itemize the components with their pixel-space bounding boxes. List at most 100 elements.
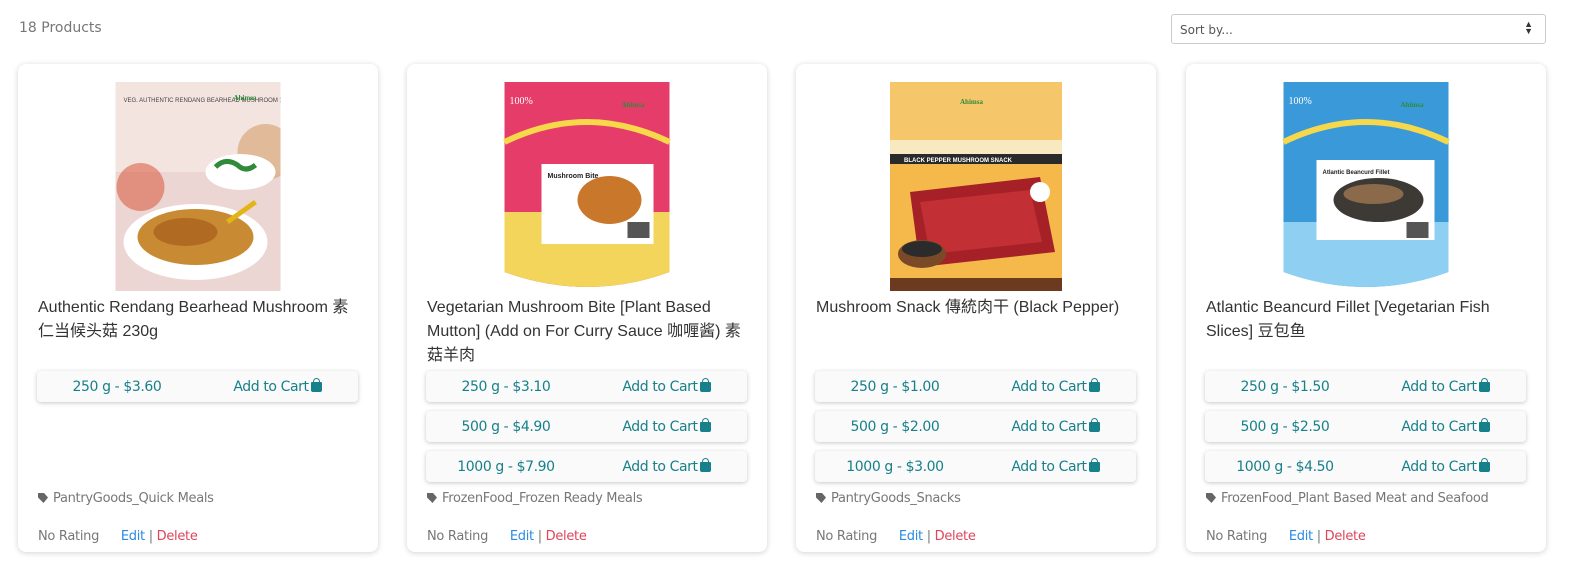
add-to-cart-button[interactable]: Add to Cart [1365, 418, 1526, 435]
add-to-cart-button[interactable]: Add to Cart [975, 378, 1136, 395]
variant-row[interactable]: 1000 g - $4.50 Add to Cart [1205, 451, 1526, 482]
brand-logo: Ahimsa [1401, 101, 1424, 109]
variant-row[interactable]: 1000 g - $3.00 Add to Cart [815, 451, 1136, 482]
product-card: Ahimsa BLACK PEPPER MUSHROOM SNACK Mushr… [796, 64, 1156, 552]
add-to-cart-button[interactable]: Add to Cart [1365, 378, 1526, 395]
add-to-cart-label: Add to Cart [1401, 419, 1477, 435]
variant-price: 250 g - $1.00 [850, 379, 940, 395]
delete-link[interactable]: Delete [1325, 529, 1366, 544]
category-label: PantryGoods_Snacks [831, 491, 961, 506]
product-card: 100% Mushroom Bite Ahimsa Vegetarian Mus… [407, 64, 767, 552]
category-label: FrozenFood_Frozen Ready Meals [442, 491, 643, 506]
product-image[interactable]: Ahimsa BLACK PEPPER MUSHROOM SNACK [890, 82, 1062, 291]
add-to-cart-button[interactable]: Add to Cart [197, 378, 358, 395]
svg-text:100%: 100% [1289, 96, 1312, 107]
add-to-cart-button[interactable]: Add to Cart [586, 458, 747, 475]
brand-logo: Ahimsa [234, 94, 257, 102]
product-title[interactable]: Atlantic Beancurd Fillet [Vegetarian Fis… [1206, 296, 1526, 344]
delete-link[interactable]: Delete [157, 529, 198, 544]
product-image-label: VEG. AUTHENTIC RENDANG BEARHEAD MUSHROOM… [124, 96, 281, 104]
variant-row[interactable]: 1000 g - $7.90 Add to Cart [426, 451, 747, 482]
variant-row[interactable]: 250 g - $3.10 Add to Cart [426, 371, 747, 402]
product-card: 100% Atlantic Beancurd Fillet Ahimsa Atl… [1186, 64, 1546, 552]
delete-link[interactable]: Delete [546, 529, 587, 544]
rating-text: No Rating [1206, 529, 1268, 544]
sort-select-value: Sort by... [1180, 23, 1233, 37]
shopping-bag-icon [1478, 378, 1490, 392]
product-image[interactable]: 100% Mushroom Bite Ahimsa [499, 82, 675, 291]
variant-price: 250 g - $3.60 [72, 379, 162, 395]
card-footer: No Rating Edit | Delete [1206, 529, 1366, 544]
delete-link[interactable]: Delete [935, 529, 976, 544]
toolbar: 18 Products Sort by... ▲ ▼ [0, 0, 1593, 60]
shopping-bag-icon [1088, 458, 1100, 472]
sort-select[interactable]: Sort by... ▲ ▼ [1171, 14, 1546, 44]
variant-list: 250 g - $3.60 Add to Cart [37, 371, 358, 411]
card-footer: No Rating Edit | Delete [816, 529, 976, 544]
link-separator: | [148, 529, 153, 544]
product-image[interactable]: 100% Atlantic Beancurd Fillet Ahimsa [1278, 82, 1454, 291]
add-to-cart-button[interactable]: Add to Cart [586, 418, 747, 435]
product-count: 18 Products [19, 20, 102, 36]
add-to-cart-label: Add to Cart [622, 459, 698, 475]
variant-row[interactable]: 250 g - $3.60 Add to Cart [37, 371, 358, 402]
rating-text: No Rating [38, 529, 100, 544]
add-to-cart-label: Add to Cart [622, 419, 698, 435]
edit-link[interactable]: Edit [899, 529, 923, 544]
product-image[interactable]: VEG. AUTHENTIC RENDANG BEARHEAD MUSHROOM… [115, 82, 281, 291]
shopping-bag-icon [699, 458, 711, 472]
variant-price: 250 g - $3.10 [461, 379, 551, 395]
variant-row[interactable]: 500 g - $2.00 Add to Cart [815, 411, 1136, 442]
product-title[interactable]: Mushroom Snack 傳統肉干 (Black Pepper) [816, 296, 1136, 320]
add-to-cart-button[interactable]: Add to Cart [975, 458, 1136, 475]
product-image-label: BLACK PEPPER MUSHROOM SNACK [904, 158, 1013, 164]
variant-price: 500 g - $2.50 [1240, 419, 1330, 435]
svg-text:100%: 100% [510, 96, 533, 107]
add-to-cart-label: Add to Cart [1011, 459, 1087, 475]
link-separator: | [537, 529, 542, 544]
rating-text: No Rating [816, 529, 878, 544]
add-to-cart-label: Add to Cart [1011, 419, 1087, 435]
tag-icon [427, 493, 437, 503]
category-label: FrozenFood_Plant Based Meat and Seafood [1221, 491, 1489, 506]
variant-row[interactable]: 500 g - $2.50 Add to Cart [1205, 411, 1526, 442]
add-to-cart-label: Add to Cart [622, 379, 698, 395]
product-title[interactable]: Vegetarian Mushroom Bite [Plant Based Mu… [427, 296, 747, 368]
rating-text: No Rating [427, 529, 489, 544]
edit-link[interactable]: Edit [510, 529, 534, 544]
category-tag[interactable]: PantryGoods_Quick Meals [38, 491, 214, 506]
edit-link[interactable]: Edit [121, 529, 145, 544]
category-tag[interactable]: FrozenFood_Frozen Ready Meals [427, 491, 643, 506]
variant-list: 250 g - $1.00 Add to Cart 500 g - $2.00 … [815, 371, 1136, 491]
product-card: VEG. AUTHENTIC RENDANG BEARHEAD MUSHROOM… [18, 64, 378, 552]
variant-list: 250 g - $1.50 Add to Cart 500 g - $2.50 … [1205, 371, 1526, 491]
shopping-bag-icon [1478, 418, 1490, 432]
category-label: PantryGoods_Quick Meals [53, 491, 214, 506]
product-title[interactable]: Authentic Rendang Bearhead Mushroom 素仁当候… [38, 296, 358, 344]
category-tag[interactable]: FrozenFood_Plant Based Meat and Seafood [1206, 491, 1489, 506]
brand-logo: Ahimsa [960, 98, 983, 106]
add-to-cart-button[interactable]: Add to Cart [1365, 458, 1526, 475]
tag-icon [816, 493, 826, 503]
link-separator: | [1316, 529, 1321, 544]
brand-logo: Ahimsa [622, 101, 645, 109]
product-image-label: Mushroom Bite [548, 173, 599, 180]
category-tag[interactable]: PantryGoods_Snacks [816, 491, 961, 506]
shopping-bag-icon [699, 418, 711, 432]
link-separator: | [926, 529, 931, 544]
edit-link[interactable]: Edit [1289, 529, 1313, 544]
variant-price: 250 g - $1.50 [1240, 379, 1330, 395]
variant-row[interactable]: 500 g - $4.90 Add to Cart [426, 411, 747, 442]
variant-row[interactable]: 250 g - $1.00 Add to Cart [815, 371, 1136, 402]
variant-price: 500 g - $2.00 [850, 419, 940, 435]
variant-row[interactable]: 250 g - $1.50 Add to Cart [1205, 371, 1526, 402]
add-to-cart-label: Add to Cart [233, 379, 309, 395]
shopping-bag-icon [1088, 378, 1100, 392]
variant-price: 1000 g - $4.50 [1236, 459, 1334, 475]
shopping-bag-icon [310, 378, 322, 392]
add-to-cart-button[interactable]: Add to Cart [586, 378, 747, 395]
sort-arrows-icon: ▲ ▼ [1524, 19, 1533, 36]
variant-price: 500 g - $4.90 [461, 419, 551, 435]
variant-list: 250 g - $3.10 Add to Cart 500 g - $4.90 … [426, 371, 747, 491]
add-to-cart-button[interactable]: Add to Cart [975, 418, 1136, 435]
